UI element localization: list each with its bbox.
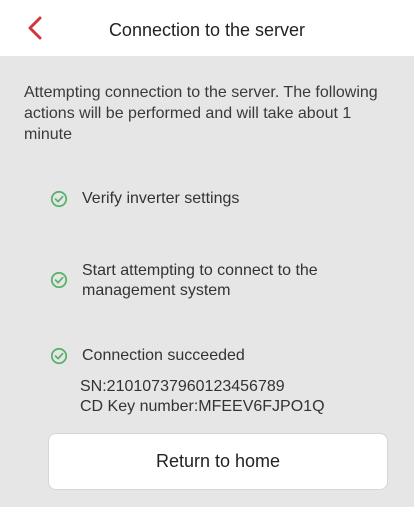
check-circle-icon: [50, 347, 68, 365]
return-home-button[interactable]: Return to home: [48, 433, 388, 490]
connection-info: SN:21010737960123456789 CD Key number:MF…: [80, 377, 325, 417]
cd-key-number: CD Key number:MFEEV6FJPO1Q: [80, 398, 325, 415]
check-circle-icon: [50, 271, 68, 289]
connection-page: Connection to the server Attempting conn…: [0, 0, 414, 507]
check-circle-icon: [50, 190, 68, 208]
step-label: Connection succeeded: [82, 347, 245, 364]
serial-number: SN:21010737960123456789: [80, 378, 285, 395]
page-title: Connection to the server: [108, 20, 306, 40]
top-bar: Connection to the server: [0, 0, 414, 56]
step-label: Start attempting to connect to the manag…: [82, 262, 318, 299]
step-label: Verify inverter settings: [82, 190, 240, 207]
intro-text: Attempting connection to the server. The…: [24, 84, 378, 143]
